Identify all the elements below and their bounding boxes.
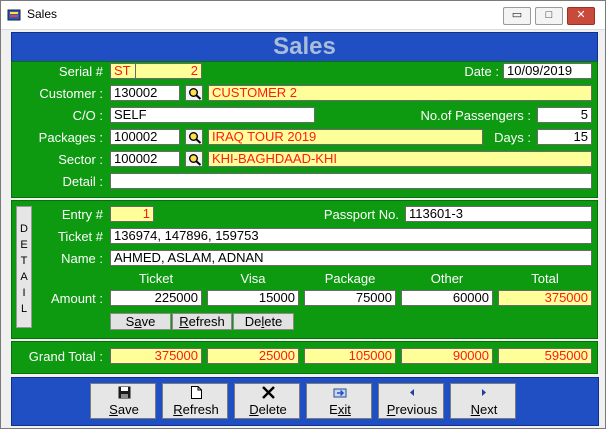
serial-number-field[interactable]: 2	[135, 63, 202, 79]
sector-code-field[interactable]: 100002	[110, 151, 180, 167]
amount-label: Amount :	[50, 291, 103, 306]
co-field[interactable]: SELF	[110, 107, 315, 123]
detail-field[interactable]	[110, 173, 592, 189]
search-icon	[189, 88, 202, 100]
close-icon: ✕	[576, 9, 586, 21]
days-label: Days :	[494, 130, 531, 145]
grand-total-other: 90000	[401, 348, 493, 364]
save-button[interactable]: Save	[90, 383, 156, 419]
customer-code-field[interactable]: 130002	[110, 85, 180, 101]
package-code-field[interactable]: 100002	[110, 129, 180, 145]
header-band: Sales	[11, 32, 598, 62]
date-label: Date :	[464, 64, 499, 79]
page-title: Sales	[273, 33, 336, 60]
minimize-button[interactable]: ▭	[503, 7, 531, 25]
amount-total-field: 375000	[498, 290, 592, 306]
grand-total-ticket: 375000	[110, 348, 202, 364]
detail-tab-letter: L	[20, 303, 28, 315]
detail-save-button[interactable]: Save	[110, 313, 171, 330]
x-icon	[235, 386, 301, 400]
window-title: Sales	[27, 7, 58, 21]
maximize-icon: □	[545, 9, 553, 21]
amount-package-field[interactable]: 75000	[304, 290, 396, 306]
arrow-left-icon	[379, 386, 445, 400]
packages-label: Packages :	[38, 130, 103, 145]
co-label: C/O :	[72, 108, 103, 123]
sector-search-button[interactable]	[185, 151, 203, 167]
arrow-right-icon	[451, 386, 517, 400]
exit-icon	[307, 386, 373, 400]
package-name-field[interactable]: IRAQ TOUR 2019	[208, 129, 483, 145]
detail-tab-letter: A	[20, 271, 28, 283]
minimize-icon: ▭	[511, 9, 523, 21]
detail-label: Detail :	[62, 174, 103, 189]
date-field[interactable]: 10/09/2019	[503, 63, 592, 79]
detail-delete-button[interactable]: Delete	[233, 313, 294, 330]
name-field[interactable]: AHMED, ASLAM, ADNAN	[110, 250, 592, 266]
amount-visa-field[interactable]: 15000	[207, 290, 299, 306]
package-search-button[interactable]	[185, 129, 203, 145]
exit-button[interactable]: Exit	[306, 383, 372, 419]
customer-label: Customer :	[39, 86, 103, 101]
ticket-label: Ticket #	[57, 229, 103, 244]
search-icon	[189, 154, 202, 166]
column-header-visa: Visa	[240, 271, 266, 286]
days-field[interactable]: 15	[537, 129, 592, 145]
sector-label: Sector :	[58, 152, 103, 167]
amount-other-field[interactable]: 60000	[401, 290, 493, 306]
column-header-ticket: Ticket	[138, 271, 174, 286]
entry-label: Entry #	[61, 207, 103, 222]
maximize-button[interactable]: □	[535, 7, 563, 25]
serial-label: Serial #	[58, 64, 103, 79]
serial-prefix-field[interactable]: ST	[110, 63, 136, 79]
search-icon	[189, 132, 202, 144]
sales-window: Sales ▭ □ ✕ Sales Serial # ST 2 Date : 1…	[0, 0, 606, 429]
customer-name-field[interactable]: CUSTOMER 2	[208, 85, 592, 101]
detail-refresh-button[interactable]: Refresh	[172, 313, 232, 330]
grand-total-package: 105000	[304, 348, 396, 364]
name-label: Name :	[61, 251, 103, 266]
floppy-icon	[91, 386, 157, 400]
grand-total-visa: 25000	[207, 348, 299, 364]
delete-button[interactable]: Delete	[234, 383, 300, 419]
detail-tab-letter: E	[20, 239, 28, 251]
passengers-label: No.of Passengers :	[420, 108, 531, 123]
refresh-button[interactable]: Refresh	[162, 383, 228, 419]
detail-tab-letter: D	[20, 223, 28, 235]
entry-field[interactable]: 1	[110, 206, 154, 222]
next-button[interactable]: Next	[450, 383, 516, 419]
close-button[interactable]: ✕	[567, 7, 595, 25]
passengers-field[interactable]: 5	[537, 107, 592, 123]
detail-tab-letter: T	[20, 255, 28, 267]
column-header-other: Other	[430, 271, 464, 286]
app-icon	[7, 9, 21, 21]
document-icon	[163, 386, 229, 400]
customer-search-button[interactable]	[185, 85, 203, 101]
column-header-total: Total	[531, 271, 559, 286]
passport-field[interactable]: 113601-3	[405, 206, 592, 222]
grand-total-label: Grand Total :	[28, 349, 103, 364]
title-bar: Sales ▭ □ ✕	[1, 1, 605, 30]
detail-tab-letter: I	[22, 287, 26, 299]
grand-total-total: 595000	[498, 348, 592, 364]
passport-label: Passport No.	[323, 207, 399, 222]
previous-button[interactable]: Previous	[378, 383, 444, 419]
ticket-field[interactable]: 136974, 147896, 159753	[110, 228, 592, 244]
sector-name-field[interactable]: KHI-BAGHDAAD-KHI	[208, 151, 592, 167]
column-header-package: Package	[324, 271, 376, 286]
amount-ticket-field[interactable]: 225000	[110, 290, 202, 306]
detail-tab[interactable]: D E T A I L	[16, 206, 32, 328]
